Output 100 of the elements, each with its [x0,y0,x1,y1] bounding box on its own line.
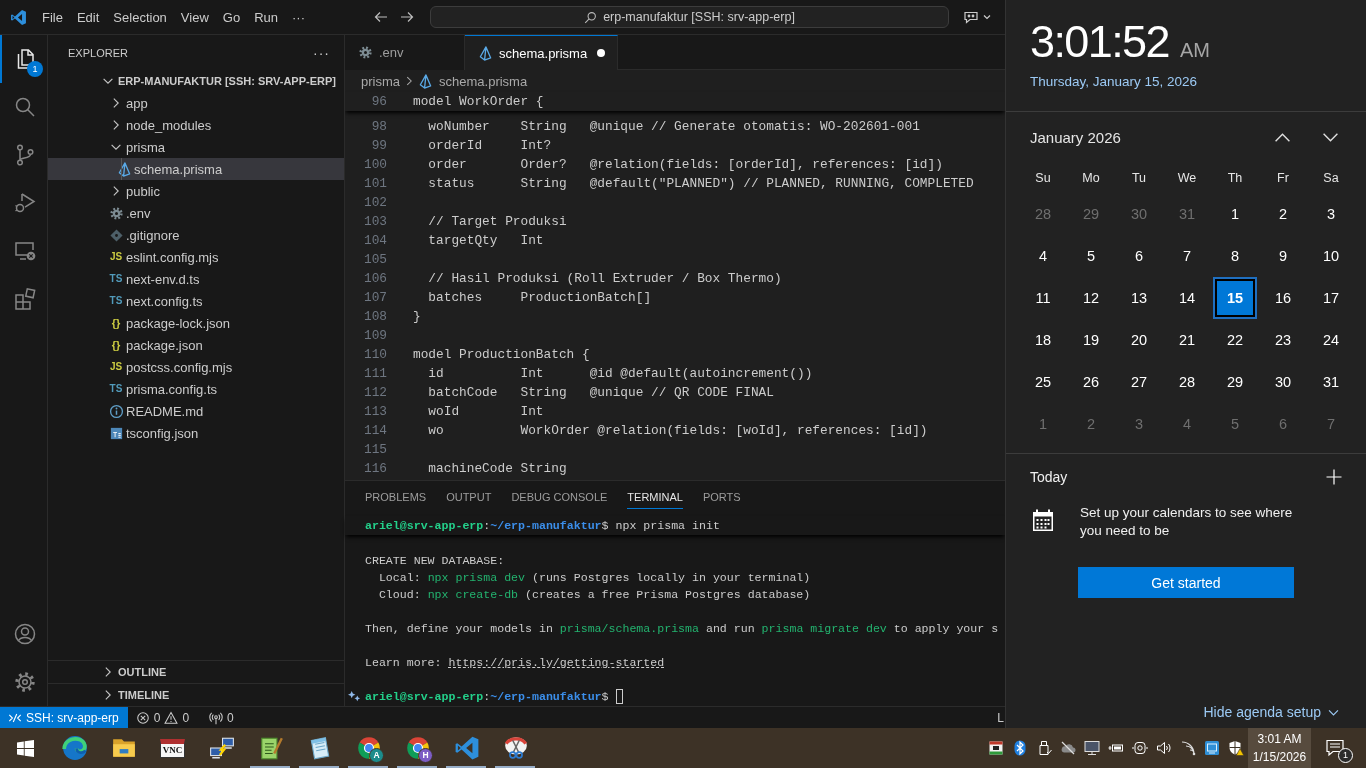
code-line: machineCode String [427,461,567,476]
tree-item[interactable]: {} package-lock.json [48,312,344,334]
calendar-day[interactable]: 30 [1261,361,1305,403]
calendar-day[interactable]: 29 [1213,361,1257,403]
calendar-day[interactable]: 26 [1069,361,1113,403]
ports-status[interactable]: 0 [203,707,240,728]
calendar-day[interactable]: 18 [1021,319,1065,361]
calendar-day[interactable]: 27 [1117,361,1161,403]
tree-item[interactable]: TS next.config.ts [48,290,344,312]
line-number: 115 [362,442,387,457]
tree-item[interactable]: TS prisma.config.ts [48,378,344,400]
menu-item[interactable]: View [173,6,216,28]
breadcrumb-item[interactable]: schema.prisma [418,73,528,89]
tree-item[interactable]: node_modules [48,114,344,136]
calendar-day[interactable]: 16 [1261,277,1305,319]
tree-item[interactable]: JS postcss.config.mjs [48,356,344,378]
calendar-day[interactable]: 28 [1165,361,1209,403]
tree-item[interactable]: tsconfig.json [48,422,344,444]
tree-item[interactable]: TS next-env.d.ts [48,268,344,290]
status-item[interactable]: L [997,707,1005,728]
calendar-day[interactable]: 6 [1117,235,1161,277]
calendar-day[interactable]: 20 [1117,319,1161,361]
terminal-link[interactable]: https://pris.ly/getting-started [448,656,665,669]
calendar-day[interactable]: 31 [1309,361,1353,403]
tree-item[interactable]: README.md [48,400,344,422]
tree-item[interactable]: .gitignore [48,224,344,246]
calendar-day[interactable]: 2 [1261,193,1305,235]
calendar-day[interactable]: 24 [1309,319,1353,361]
problems-status[interactable]: 0 0 [129,707,196,728]
tree-item[interactable]: .env [48,202,344,224]
taskbar-app[interactable]: H [393,728,442,768]
taskbar-clock[interactable]: 3:01 AM 1/15/2026 [1248,728,1311,768]
calendar-day[interactable]: 11 [1021,277,1065,319]
add-event-button[interactable] [1326,469,1342,485]
terminal-line: Learn more: https://pris.ly/getting-started [365,655,666,671]
calendar-day[interactable]: 3 [1309,193,1353,235]
tree-item[interactable]: prisma [48,136,344,158]
menu-item[interactable]: File [35,6,70,28]
usb-drive-icon[interactable] [1036,740,1052,756]
calendar-day[interactable]: 4 [1021,235,1065,277]
calendar-day[interactable]: 1 [1213,193,1257,235]
breadcrumb-item[interactable]: prisma [361,73,400,89]
editor-tab[interactable]: .env [345,35,465,70]
calendar-day[interactable]: 17 [1309,277,1353,319]
calendar-day[interactable]: 23 [1261,319,1305,361]
tree-item[interactable]: {} package.json [48,334,344,356]
editor-tab[interactable]: schema.prisma [465,35,619,70]
workspace-folder[interactable]: ERP-MANUFAKTUR [SSH: SRV-APP-ERP] [48,70,344,92]
calendar-day[interactable]: 7 [1165,235,1209,277]
section-header[interactable]: OUTLINE [48,660,344,683]
info-icon [108,403,124,419]
taskbar-app[interactable]: VNC [148,728,197,768]
panel-tab[interactable]: OUTPUT [446,485,492,509]
speaker-icon[interactable] [1156,740,1172,756]
calendar-day[interactable]: 13 [1117,277,1161,319]
panel-tab[interactable]: DEBUG CONSOLE [511,485,608,509]
tree-item[interactable]: app [48,92,344,114]
calendar-day[interactable]: 14 [1165,277,1209,319]
monitor-icon[interactable] [1084,740,1100,756]
panel-tab[interactable]: PROBLEMS [365,485,427,509]
notification-button[interactable]: 1 [1311,728,1359,768]
calendar-day[interactable]: 15 [1213,277,1257,319]
calendar-day[interactable]: 21 [1165,319,1209,361]
camera-icon[interactable] [1132,740,1148,756]
bluetooth-icon[interactable] [1012,740,1028,756]
get-started-button[interactable]: Get started [1078,567,1294,598]
date-link[interactable]: Thursday, January 15, 2026 [1030,72,1198,92]
month-title[interactable]: January 2026 [1030,128,1258,146]
hide-agenda-link[interactable]: Hide agenda setup [1203,702,1340,722]
screen-app-icon[interactable] [1204,740,1220,756]
menu-item[interactable]: Run [247,6,285,28]
person-icon [12,622,37,646]
more-actions-button[interactable]: ··· [313,44,330,61]
calendar-day[interactable]: 12 [1069,277,1113,319]
menu-item[interactable]: Selection [106,6,174,28]
taskbar-app[interactable]: A [344,728,393,768]
plus-icon [1326,469,1342,485]
tree-item[interactable]: public [48,180,344,202]
calendar-day[interactable]: 5 [1069,235,1113,277]
sparkle-icon[interactable] [348,690,361,703]
wifi-icon[interactable] [1180,740,1196,756]
clock-period: AM [1179,39,1210,62]
striped-app-icon[interactable] [988,740,1004,756]
panel-tab[interactable]: TERMINAL [627,485,683,509]
calendar-day[interactable]: 22 [1213,319,1257,361]
command-center[interactable]: erp-manufaktur [SSH: srv-app-erp] [430,6,949,28]
tree-item[interactable]: schema.prisma [48,158,344,180]
shield-warning-icon[interactable] [1228,740,1244,756]
tree-item[interactable]: JS eslint.config.mjs [48,246,344,268]
menu-item[interactable]: Go [215,6,248,28]
panel-tab[interactable]: PORTS [702,485,741,509]
cloud-off-icon[interactable] [1060,740,1076,756]
menu-item[interactable]: Edit [69,6,107,28]
calendar-day[interactable]: 10 [1309,235,1353,277]
calendar-day[interactable]: 25 [1021,361,1065,403]
calendar-day[interactable]: 9 [1261,235,1305,277]
calendar-day[interactable]: 19 [1069,319,1113,361]
calendar-day[interactable]: 8 [1213,235,1257,277]
menu-item[interactable]: ··· [285,6,312,28]
remote-indicator[interactable]: SSH: srv-app-erp [0,707,128,728]
